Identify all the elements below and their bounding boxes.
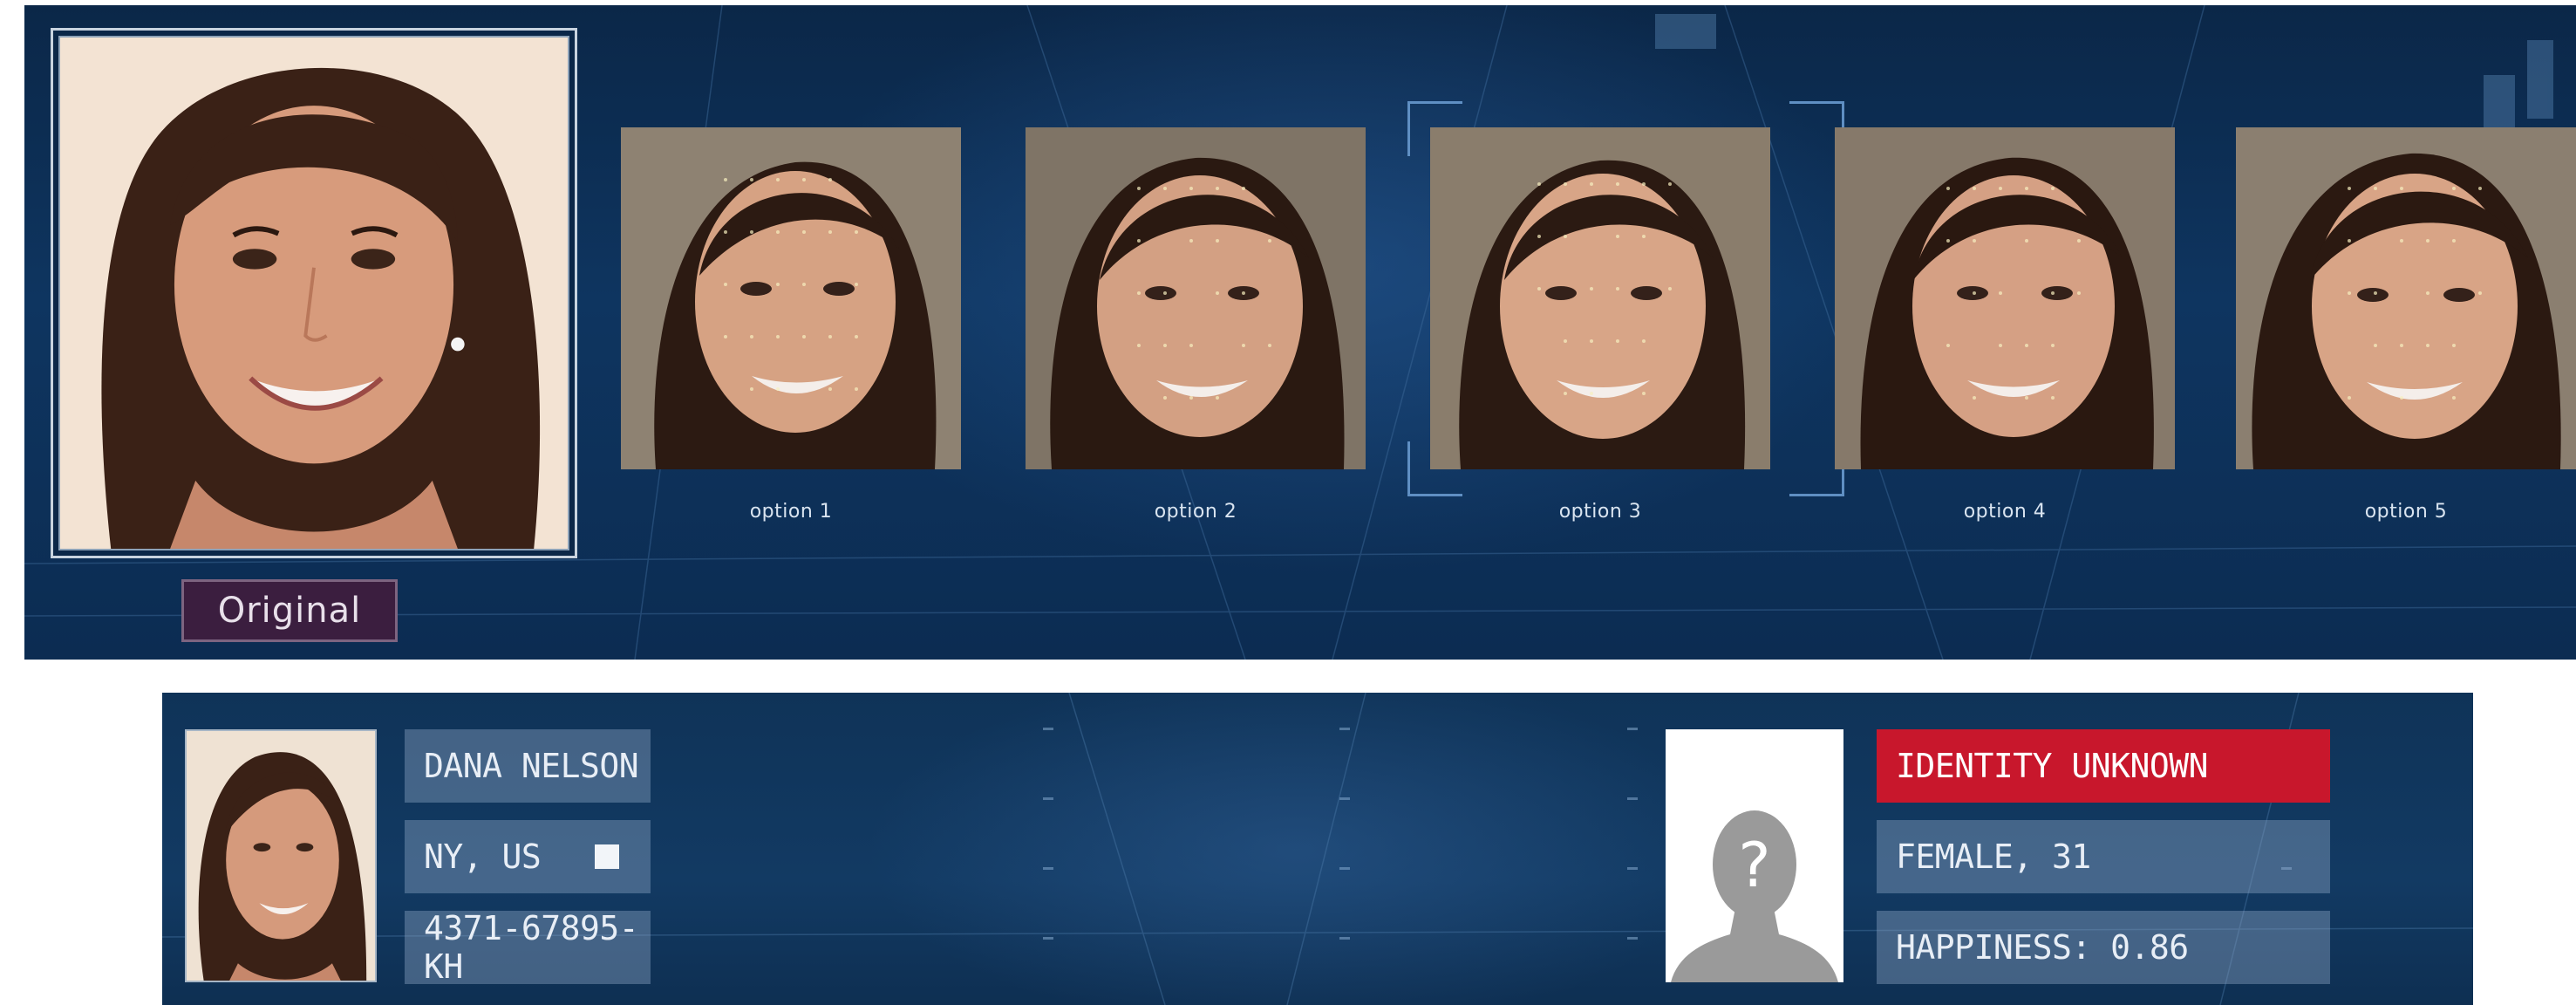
option-thumbnail-3[interactable]: [1430, 127, 1770, 469]
location-text: NY, US: [424, 838, 542, 876]
profile-photo: [185, 729, 377, 982]
landmark-dots-overlay: [1946, 187, 2081, 400]
option-thumbnail-4[interactable]: [1835, 127, 2175, 469]
option-1-label: option 1: [749, 501, 833, 523]
landmark-dots-overlay: [724, 178, 858, 391]
original-face-photo: [60, 38, 568, 549]
option-thumbnail-1[interactable]: [621, 127, 961, 469]
option-thumbnail-2[interactable]: [1026, 127, 1366, 469]
name-field: DANA NELSON: [405, 729, 651, 803]
face-options-panel: Original option 1 option 2 option 3 opti…: [24, 5, 2576, 660]
option-5-label: option 5: [2364, 501, 2448, 523]
original-photo-frame: [51, 28, 577, 558]
unknown-person-icon: ?: [1666, 729, 1843, 982]
location-checkbox[interactable]: [595, 844, 619, 869]
landmark-dots-overlay: [1537, 182, 1672, 395]
option-4-label: option 4: [1963, 501, 2047, 523]
id-field: 4371-67895-KH: [405, 909, 651, 986]
unknown-avatar-card: ?: [1666, 729, 1843, 982]
option-2-label: option 2: [1154, 501, 1237, 523]
original-label: Original: [181, 579, 398, 642]
question-mark-glyph: ?: [1738, 830, 1770, 901]
landmark-dots-overlay: [2348, 187, 2482, 400]
profile-face-photo: [187, 731, 375, 981]
landmark-dots-overlay: [1137, 187, 1271, 400]
option-3-label: option 3: [1558, 501, 1642, 523]
identity-status-badge: IDENTITY UNKNOWN: [1877, 729, 2330, 803]
demographics-field: FEMALE, 31: [1877, 820, 2330, 893]
happiness-field: HAPPINESS: 0.86: [1877, 911, 2330, 984]
identity-panel: DANA NELSON NY, US 4371-67895-KH ? IDENT…: [162, 693, 2473, 1005]
location-field: NY, US: [405, 820, 651, 893]
option-thumbnail-5[interactable]: [2236, 127, 2576, 469]
